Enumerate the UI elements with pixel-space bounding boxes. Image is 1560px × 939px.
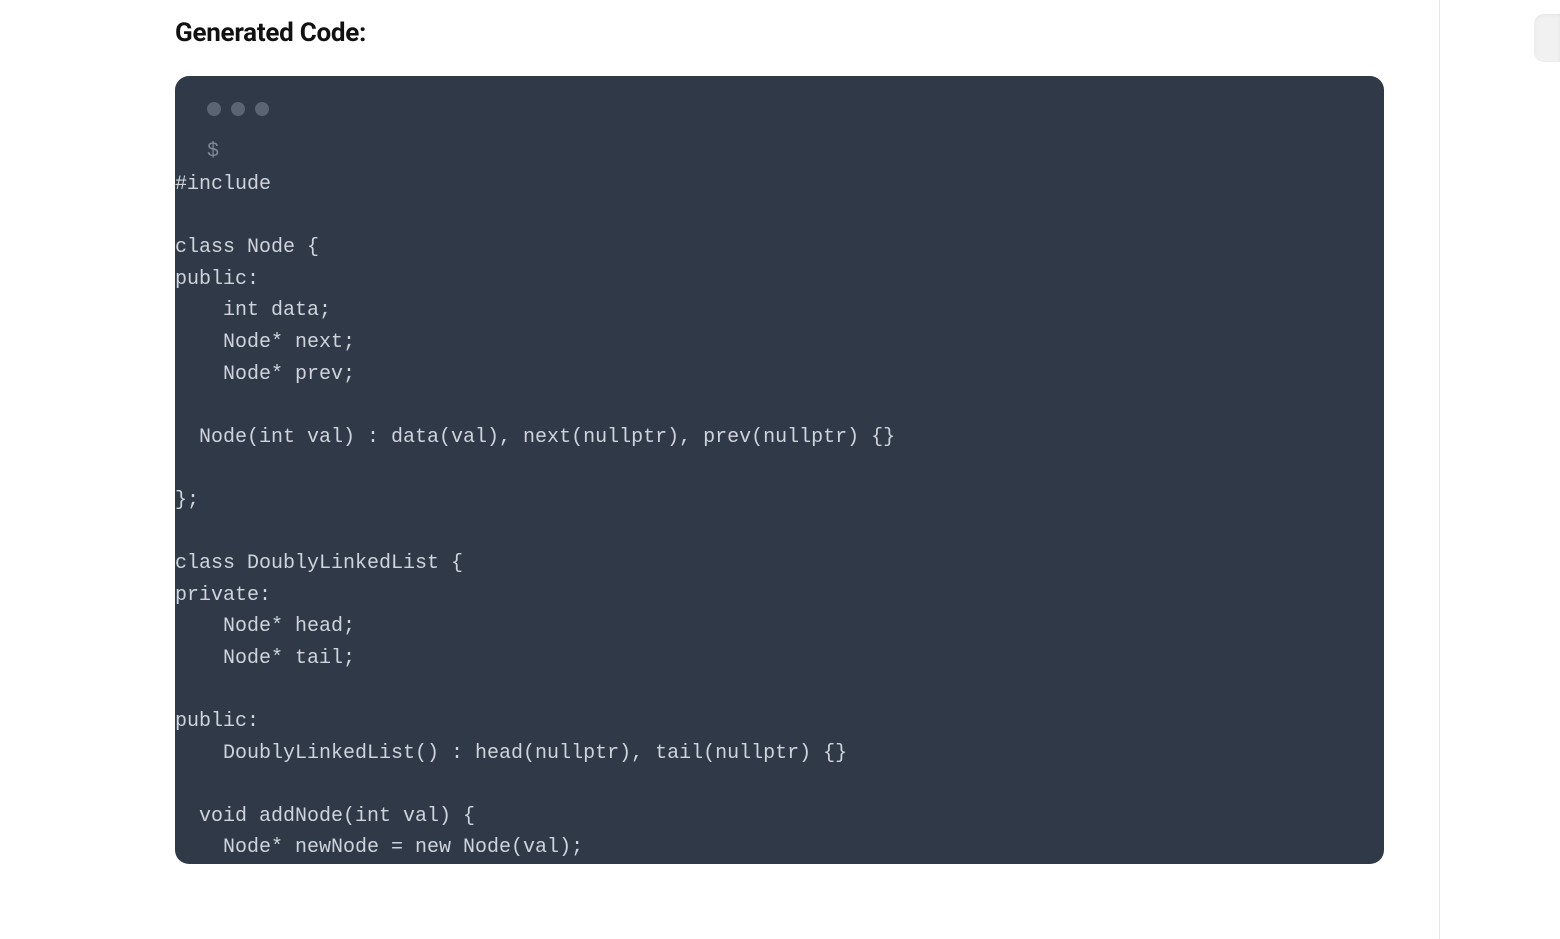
window-dot-icon bbox=[255, 102, 269, 116]
window-controls bbox=[175, 76, 1384, 116]
page-container: Generated Code: $ #include class Node { … bbox=[0, 0, 1560, 939]
code-block: #include class Node { public: int data; … bbox=[175, 163, 1384, 864]
terminal-prompt: $ bbox=[175, 116, 1384, 163]
prompt-symbol: $ bbox=[207, 140, 219, 163]
section-heading: Generated Code: bbox=[175, 0, 1384, 76]
window-dot-icon bbox=[207, 102, 221, 116]
content-area: Generated Code: $ #include class Node { … bbox=[120, 0, 1440, 939]
code-window: $ #include class Node { public: int data… bbox=[175, 76, 1384, 864]
window-dot-icon bbox=[231, 102, 245, 116]
side-tab-fragment[interactable] bbox=[1534, 14, 1560, 62]
